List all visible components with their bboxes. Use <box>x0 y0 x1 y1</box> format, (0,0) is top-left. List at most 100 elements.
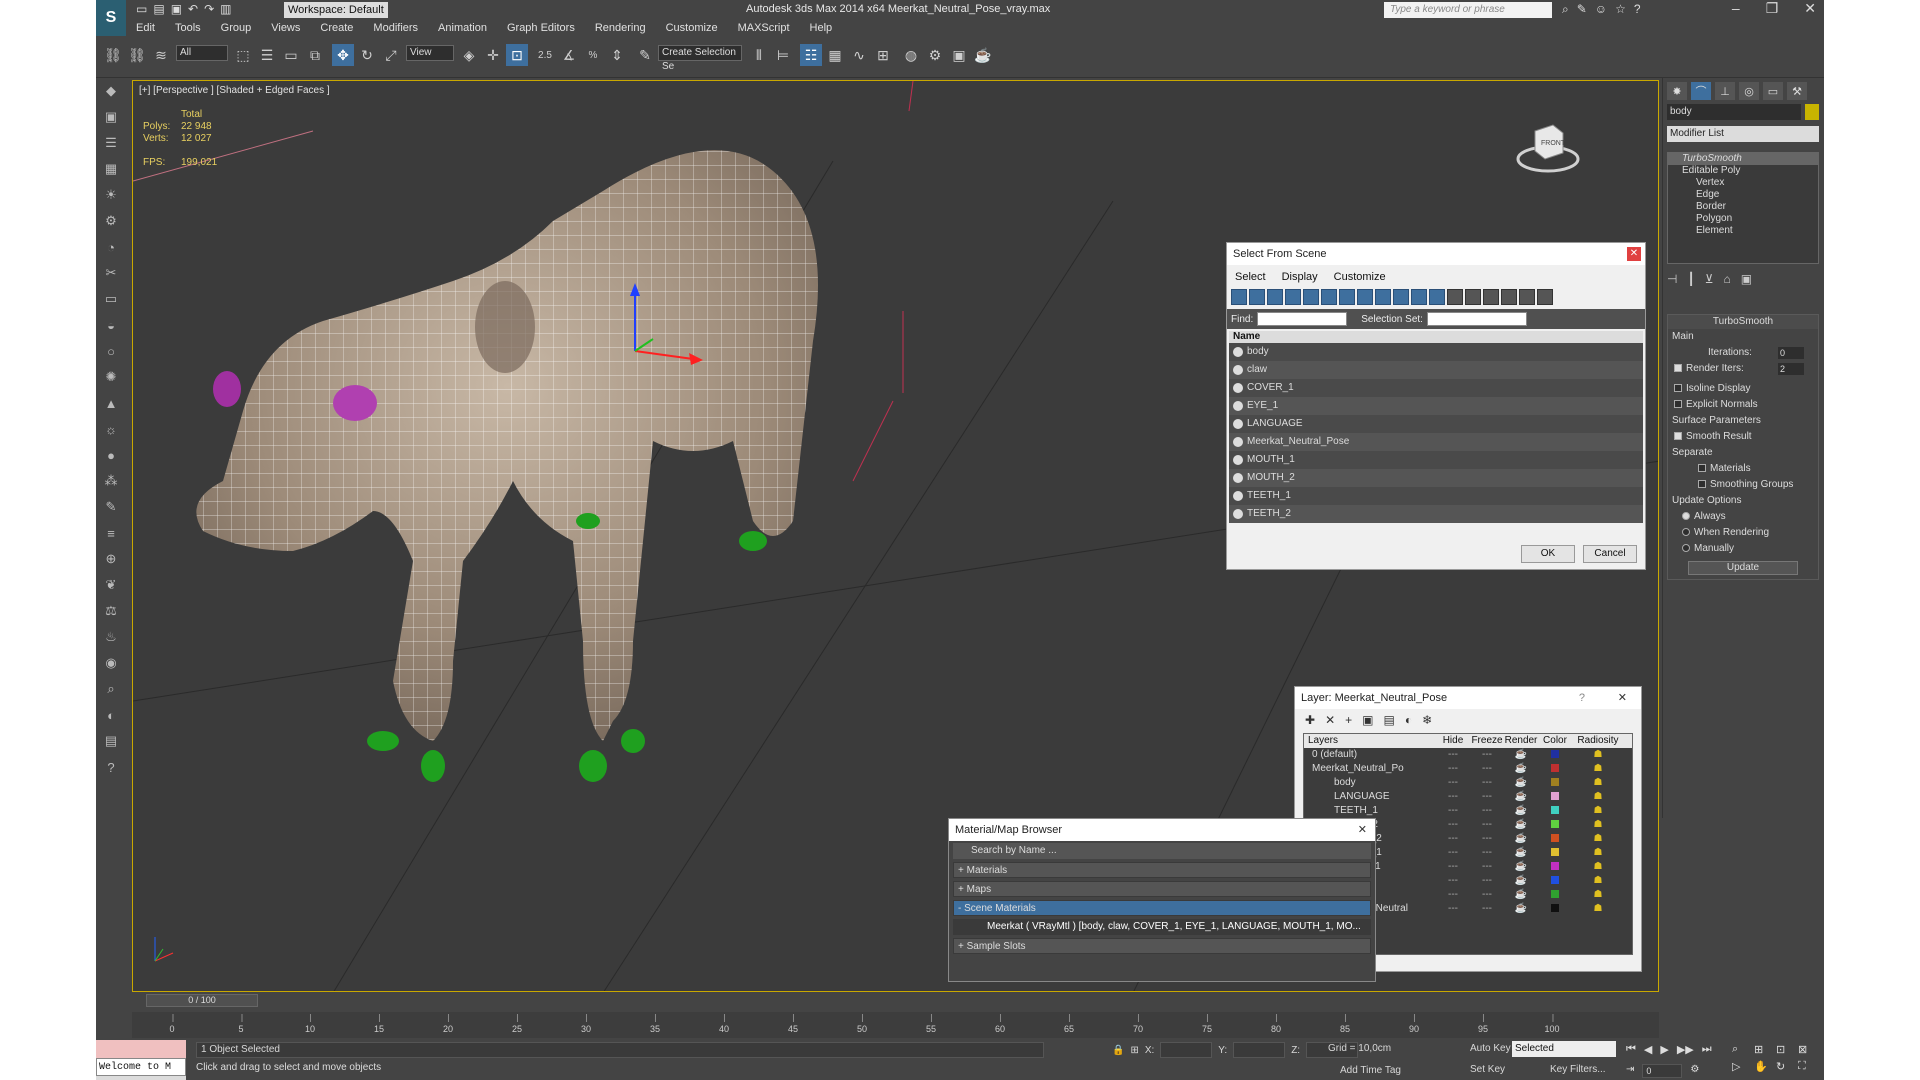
select-from-scene-titlebar[interactable]: Select From Scene ✕ <box>1227 243 1645 265</box>
freeze-toggle[interactable]: --- <box>1470 846 1504 860</box>
menu-modifiers[interactable]: Modifiers <box>363 20 428 36</box>
save-icon[interactable]: ▣ <box>171 2 182 16</box>
track-bar[interactable]: 0 5 10 15 20 25 30 35 40 45 50 55 60 65 70 75 80 85 90 95 10… <box>132 1012 1659 1038</box>
color-swatch[interactable] <box>1538 776 1572 790</box>
project-icon[interactable]: ▥ <box>220 2 231 16</box>
bind-space-warp-icon[interactable]: ≋ <box>150 44 172 66</box>
stack-item-border[interactable]: Border <box>1668 201 1818 213</box>
menu-help[interactable]: Help <box>800 20 843 36</box>
close-icon[interactable]: ✕ <box>1358 819 1367 841</box>
time-config-icon[interactable]: ⚙ <box>1690 1064 1699 1078</box>
lt-leaf-icon[interactable]: ❦ <box>96 572 126 598</box>
menu-maxscript[interactable]: MAXScript <box>728 20 800 36</box>
maps-group[interactable]: + Maps <box>953 881 1371 897</box>
display-geometry-icon[interactable] <box>1231 289 1247 305</box>
list-view-icon[interactable] <box>1537 289 1553 305</box>
lt-brush-icon[interactable]: ✎ <box>96 494 126 520</box>
hide-toggle[interactable]: --- <box>1436 860 1470 874</box>
col-color[interactable]: Color <box>1538 734 1572 748</box>
binoculars-icon[interactable]: ⌕ <box>1562 2 1569 17</box>
previous-frame-icon[interactable]: ◀ <box>1644 1043 1652 1056</box>
display-frozen-icon[interactable] <box>1411 289 1427 305</box>
render-teapot-icon[interactable]: ☕ <box>1504 748 1538 762</box>
pan-icon[interactable]: ✋ <box>1754 1060 1772 1073</box>
color-swatch[interactable] <box>1538 818 1572 832</box>
render-setup-icon[interactable]: ⚙ <box>924 44 946 66</box>
menu-edit[interactable]: Edit <box>126 20 165 36</box>
close-icon[interactable]: ✕ <box>1618 687 1627 709</box>
lt-tool2-icon[interactable]: ◔ <box>96 234 126 260</box>
display-xrefs-icon[interactable] <box>1357 289 1373 305</box>
edit-named-selection-icon[interactable]: ✎ <box>634 44 656 66</box>
display-tab-icon[interactable]: ▭ <box>1763 82 1783 100</box>
freeze-toggle[interactable]: --- <box>1470 874 1504 888</box>
layer-manager-icon[interactable]: ☷ <box>800 44 822 66</box>
hide-toggle[interactable]: --- <box>1436 804 1470 818</box>
render-iters-spinner[interactable]: 2 <box>1778 363 1804 375</box>
zoom-extents-all-icon[interactable]: ⊠ <box>1798 1043 1816 1056</box>
color-swatch[interactable] <box>1538 790 1572 804</box>
col-layers[interactable]: Layers <box>1304 734 1436 748</box>
link-icon[interactable]: ⛓ <box>102 44 124 66</box>
stack-item-vertex[interactable]: Vertex <box>1668 177 1818 189</box>
percent-snap-icon[interactable]: % <box>582 44 604 66</box>
time-slider[interactable]: 0 / 100 <box>146 994 258 1007</box>
key-filters-button[interactable]: Key Filters... <box>1550 1064 1606 1075</box>
display-helpers-icon[interactable] <box>1303 289 1319 305</box>
freeze-toggle[interactable]: --- <box>1470 776 1504 790</box>
manually-radio[interactable] <box>1682 544 1690 553</box>
radiosity-icon[interactable]: ☗ <box>1572 832 1624 846</box>
user-icon[interactable]: ☺ <box>1595 2 1607 17</box>
menu-create[interactable]: Create <box>310 20 363 36</box>
layer-row[interactable]: LANGUAGE --- --- ☕ ☗ <box>1304 790 1632 804</box>
select-manipulate-icon[interactable]: ✛ <box>482 44 504 66</box>
lt-move-icon[interactable]: ◆ <box>96 78 126 104</box>
display-shapes-icon[interactable] <box>1249 289 1265 305</box>
list-item[interactable]: MOUTH_1 <box>1229 451 1643 469</box>
smoothing-groups-checkbox[interactable] <box>1698 480 1706 489</box>
stack-item-element[interactable]: Element <box>1668 225 1818 237</box>
display-containers-icon[interactable] <box>1393 289 1409 305</box>
sample-slots-group[interactable]: + Sample Slots <box>953 938 1371 954</box>
lt-scale-icon[interactable]: ⚖ <box>96 598 126 624</box>
zoom-icon[interactable]: ⌕ <box>1732 1043 1750 1056</box>
redo-icon[interactable]: ↷ <box>204 2 214 16</box>
invert-display-icon[interactable] <box>1483 289 1499 305</box>
col-hide[interactable]: Hide <box>1436 734 1470 748</box>
configure-modifier-sets-icon[interactable]: ▣ <box>1741 272 1752 286</box>
object-name-field[interactable]: body <box>1667 104 1801 120</box>
spinner-snap-icon[interactable]: ⇕ <box>606 44 628 66</box>
radiosity-icon[interactable]: ☗ <box>1572 748 1624 762</box>
display-hidden-icon[interactable] <box>1429 289 1445 305</box>
radiosity-icon[interactable]: ☗ <box>1572 804 1624 818</box>
remove-modifier-icon[interactable]: ⌂ <box>1723 272 1730 286</box>
zoom-extents-icon[interactable]: ⊡ <box>1776 1043 1794 1056</box>
close-icon[interactable]: ✕ <box>1804 0 1816 17</box>
select-object-icon[interactable]: ⬚ <box>232 44 254 66</box>
render-teapot-icon[interactable]: ☕ <box>1504 846 1538 860</box>
open-icon[interactable]: ▤ <box>153 2 164 16</box>
maximize-icon[interactable]: ❐ <box>1766 0 1779 17</box>
list-item[interactable]: TEETH_2 <box>1229 505 1643 523</box>
delete-layer-icon[interactable]: ✕ <box>1325 713 1335 727</box>
sfs-menu-customize[interactable]: Customize <box>1334 271 1386 283</box>
auto-key-button[interactable]: Auto Key <box>1470 1043 1511 1054</box>
list-item[interactable]: claw <box>1229 361 1643 379</box>
named-selection-set-dropdown[interactable]: Create Selection Se <box>658 45 742 72</box>
list-item[interactable]: EYE_1 <box>1229 397 1643 415</box>
maxscript-mini-listener[interactable] <box>96 1040 186 1058</box>
hide-toggle[interactable]: --- <box>1436 818 1470 832</box>
freeze-toggle[interactable]: --- <box>1470 860 1504 874</box>
lt-zoom-icon[interactable]: ⌕ <box>96 676 126 702</box>
layer-name[interactable]: body <box>1304 776 1436 790</box>
sfs-menu-display[interactable]: Display <box>1282 271 1318 283</box>
lt-stack-icon[interactable]: ≡ <box>96 520 126 546</box>
lt-light-icon[interactable]: ☀ <box>96 182 126 208</box>
display-none-icon[interactable] <box>1465 289 1481 305</box>
isoline-checkbox[interactable] <box>1674 384 1682 393</box>
layer-name[interactable]: 0 (default) <box>1304 748 1436 762</box>
select-by-name-icon[interactable]: ☰ <box>256 44 278 66</box>
freeze-toggle[interactable]: --- <box>1470 888 1504 902</box>
layer-row[interactable]: 0 (default) --- --- ☕ ☗ <box>1304 748 1632 762</box>
go-to-end-icon[interactable]: ⏭ <box>1702 1043 1712 1056</box>
